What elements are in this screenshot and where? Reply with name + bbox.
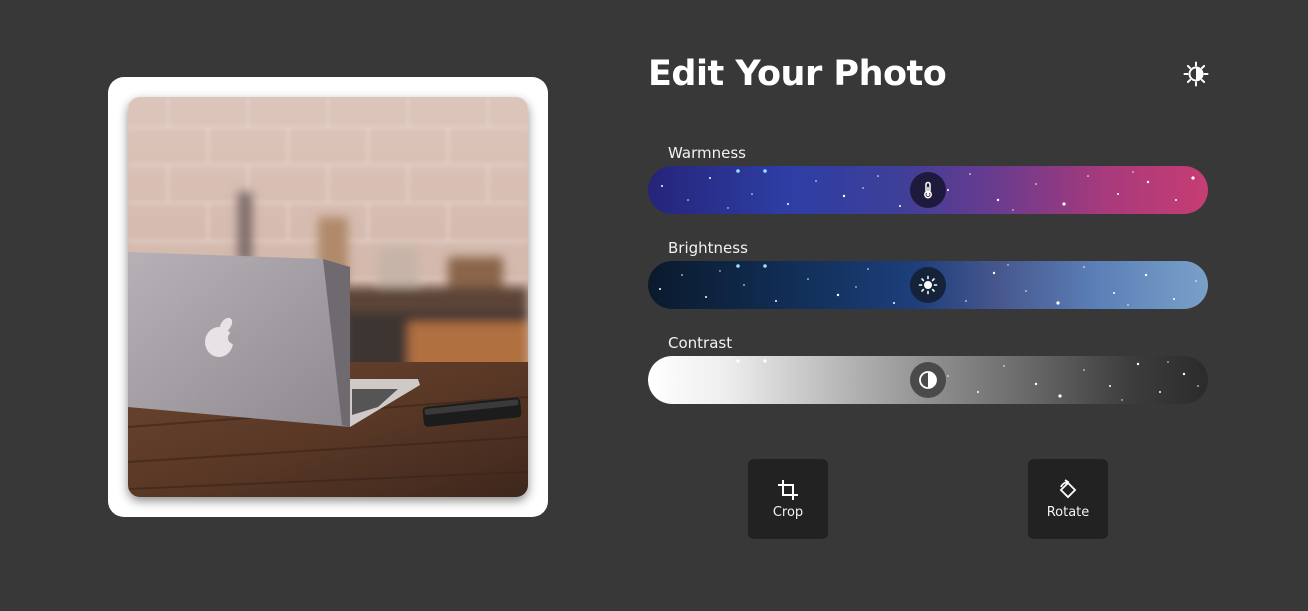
- sun-half-icon: [1183, 61, 1209, 87]
- brightness-slider-thumb[interactable]: [910, 267, 946, 303]
- sun-icon: [918, 275, 938, 295]
- rotate-button-label: Rotate: [1046, 504, 1090, 520]
- page-title: Edit Your Photo: [648, 54, 947, 94]
- photo-frame: [108, 77, 548, 517]
- warmness-label: Warmness: [668, 144, 746, 162]
- rotate-button[interactable]: Rotate: [1028, 459, 1108, 539]
- contrast-slider-thumb[interactable]: [910, 362, 946, 398]
- laptop-photo: [128, 97, 528, 497]
- thermometer-icon: [924, 181, 932, 199]
- theme-toggle-button[interactable]: [1182, 60, 1210, 88]
- crop-icon: [778, 479, 798, 500]
- rotate-icon: [1059, 478, 1077, 498]
- photo-preview: [128, 97, 528, 497]
- warmness-slider-thumb[interactable]: [910, 172, 946, 208]
- brightness-label: Brightness: [668, 239, 748, 257]
- contrast-icon: [919, 371, 937, 389]
- crop-button-label: Crop: [772, 504, 804, 520]
- photo-editor: Edit Your Photo Warmness Brightness Cont…: [0, 0, 1308, 611]
- crop-button[interactable]: Crop: [748, 459, 828, 539]
- contrast-label: Contrast: [668, 334, 733, 352]
